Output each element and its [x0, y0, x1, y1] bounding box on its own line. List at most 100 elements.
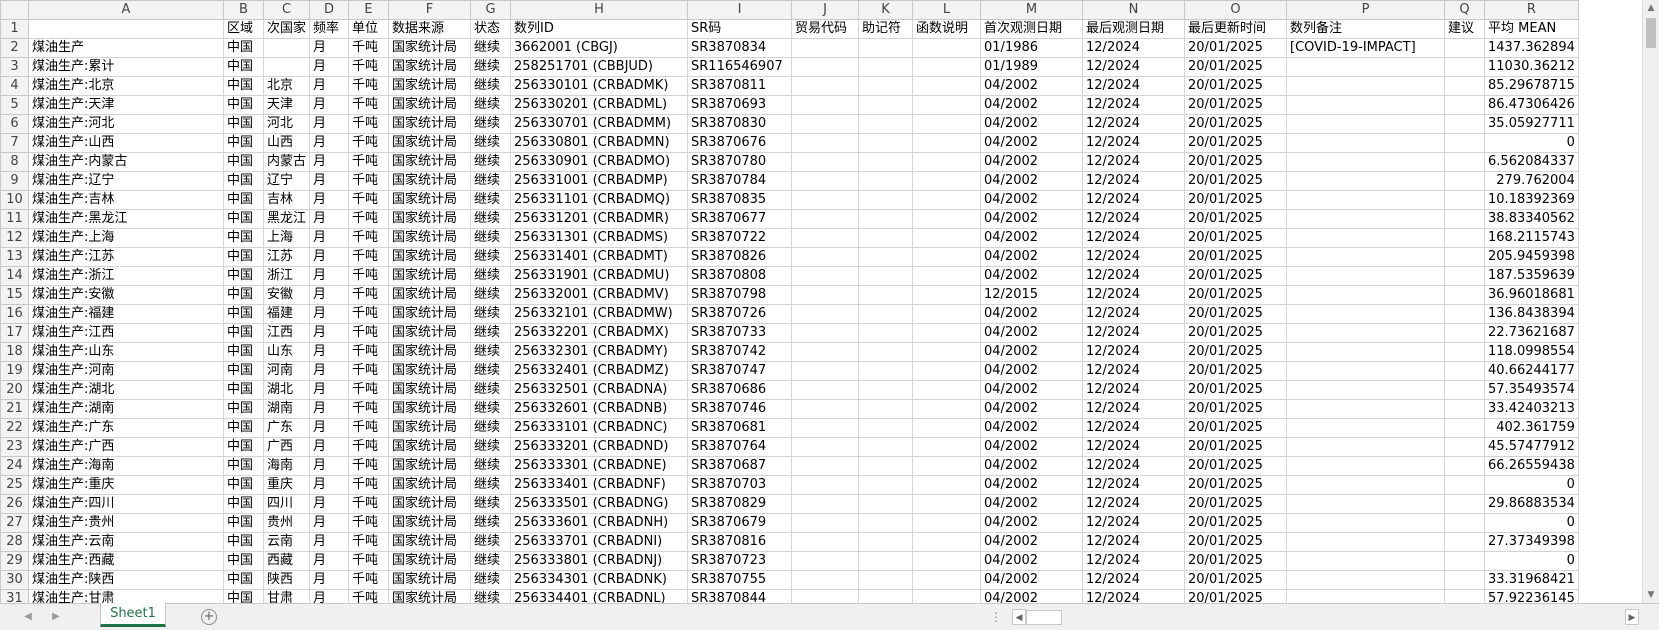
row-header[interactable]: 1 [0, 19, 29, 39]
cell[interactable]: 月 [309, 380, 350, 400]
cell[interactable]: 煤油生产 [28, 38, 224, 58]
cell[interactable]: 煤油生产:海南 [28, 456, 224, 476]
cell[interactable]: 中国 [223, 133, 264, 153]
cell[interactable] [858, 171, 914, 191]
cell[interactable]: 256332201 (CRBADMX) [510, 323, 689, 343]
cell[interactable]: 中国 [223, 399, 264, 419]
row-header[interactable]: 13 [0, 247, 29, 267]
cell[interactable]: SR3870686 [687, 380, 793, 400]
cell[interactable]: SR3870811 [687, 76, 793, 96]
cell[interactable] [912, 380, 982, 400]
cell[interactable]: 继续 [470, 437, 512, 457]
cell[interactable]: 04/2002 [980, 532, 1084, 552]
cell[interactable]: 22.73621687 [1484, 323, 1579, 343]
column-header[interactable]: K [858, 0, 914, 20]
row-header[interactable]: 21 [0, 399, 29, 419]
cell[interactable]: 256330101 (CRBADMK) [510, 76, 689, 96]
cell[interactable] [1286, 532, 1446, 552]
cell[interactable] [1444, 342, 1486, 362]
cell[interactable]: SR3870835 [687, 190, 793, 210]
cell[interactable]: 20/01/2025 [1184, 247, 1288, 267]
cell[interactable]: 12/2024 [1082, 266, 1186, 286]
cell[interactable]: 256331001 (CRBADMP) [510, 171, 689, 191]
cell[interactable] [1286, 475, 1446, 495]
horizontal-scroll-thumb[interactable] [1026, 610, 1062, 625]
cell[interactable]: 29.86883534 [1484, 494, 1579, 514]
cell[interactable] [912, 342, 982, 362]
cell[interactable] [858, 456, 914, 476]
cell[interactable]: 继续 [470, 152, 512, 172]
cell[interactable]: SR3870681 [687, 418, 793, 438]
cell[interactable]: 国家统计局 [388, 589, 472, 603]
column-header[interactable]: F [388, 0, 472, 20]
cell[interactable]: 国家统计局 [388, 285, 472, 305]
cell[interactable]: SR3870747 [687, 361, 793, 381]
cell[interactable]: 黑龙江 [262, 209, 311, 229]
cell[interactable]: 12/2024 [1082, 342, 1186, 362]
cell[interactable]: 千吨 [348, 399, 390, 419]
cell[interactable]: 04/2002 [980, 551, 1084, 571]
cell[interactable] [912, 57, 982, 77]
cell[interactable]: 国家统计局 [388, 380, 472, 400]
cell[interactable]: 千吨 [348, 247, 390, 267]
plus-circle-icon[interactable]: + [201, 609, 217, 625]
cell[interactable]: 20/01/2025 [1184, 57, 1288, 77]
cell[interactable] [858, 266, 914, 286]
cell[interactable] [1286, 209, 1446, 229]
cell[interactable]: 20/01/2025 [1184, 361, 1288, 381]
cell[interactable] [791, 475, 860, 495]
cell[interactable]: 256332401 (CRBADMZ) [510, 361, 689, 381]
cell[interactable]: 月 [309, 361, 350, 381]
cell[interactable] [791, 494, 860, 514]
cell[interactable]: 国家统计局 [388, 437, 472, 457]
header-cell[interactable]: 函数说明 [912, 19, 982, 39]
cell[interactable]: 04/2002 [980, 494, 1084, 514]
cell[interactable]: 继续 [470, 304, 512, 324]
cell[interactable]: 千吨 [348, 38, 390, 58]
cell[interactable]: 12/2015 [980, 285, 1084, 305]
cell[interactable] [1286, 589, 1446, 603]
cell[interactable]: 继续 [470, 171, 512, 191]
cell[interactable] [858, 152, 914, 172]
cell[interactable]: 月 [309, 551, 350, 571]
cell[interactable]: 月 [309, 494, 350, 514]
cell[interactable]: 湖南 [262, 399, 311, 419]
cell[interactable]: 04/2002 [980, 323, 1084, 343]
cell[interactable]: 04/2002 [980, 114, 1084, 134]
cell[interactable]: 中国 [223, 152, 264, 172]
cell[interactable]: 04/2002 [980, 342, 1084, 362]
cell[interactable] [858, 513, 914, 533]
horizontal-scrollbar[interactable]: ◀ ▶ [1012, 609, 1639, 625]
cell[interactable]: 20/01/2025 [1184, 76, 1288, 96]
cell[interactable] [858, 551, 914, 571]
cell[interactable]: 12/2024 [1082, 494, 1186, 514]
cell[interactable]: 国家统计局 [388, 418, 472, 438]
cell[interactable]: 85.29678715 [1484, 76, 1579, 96]
cell[interactable]: 12/2024 [1082, 38, 1186, 58]
cell[interactable] [858, 361, 914, 381]
cell[interactable]: 云南 [262, 532, 311, 552]
cell[interactable]: 月 [309, 513, 350, 533]
cell[interactable] [858, 285, 914, 305]
cell[interactable] [1286, 266, 1446, 286]
cell[interactable]: 继续 [470, 76, 512, 96]
cell[interactable] [858, 380, 914, 400]
cell[interactable] [1444, 171, 1486, 191]
cell[interactable]: SR3870816 [687, 532, 793, 552]
cell[interactable]: 256332301 (CRBADMY) [510, 342, 689, 362]
cell[interactable]: 256333201 (CRBADND) [510, 437, 689, 457]
cell[interactable]: 04/2002 [980, 171, 1084, 191]
cell[interactable]: SR3870826 [687, 247, 793, 267]
cell[interactable]: 千吨 [348, 380, 390, 400]
row-header[interactable]: 3 [0, 57, 29, 77]
cell[interactable]: 国家统计局 [388, 266, 472, 286]
cell[interactable]: 12/2024 [1082, 209, 1186, 229]
cell[interactable]: 千吨 [348, 570, 390, 590]
cell[interactable]: 256333401 (CRBADNF) [510, 475, 689, 495]
cell[interactable]: 千吨 [348, 456, 390, 476]
cell[interactable]: 256331201 (CRBADMR) [510, 209, 689, 229]
cell[interactable]: 月 [309, 57, 350, 77]
cell[interactable]: 国家统计局 [388, 361, 472, 381]
cell[interactable]: 256331401 (CRBADMT) [510, 247, 689, 267]
cell[interactable] [1444, 399, 1486, 419]
